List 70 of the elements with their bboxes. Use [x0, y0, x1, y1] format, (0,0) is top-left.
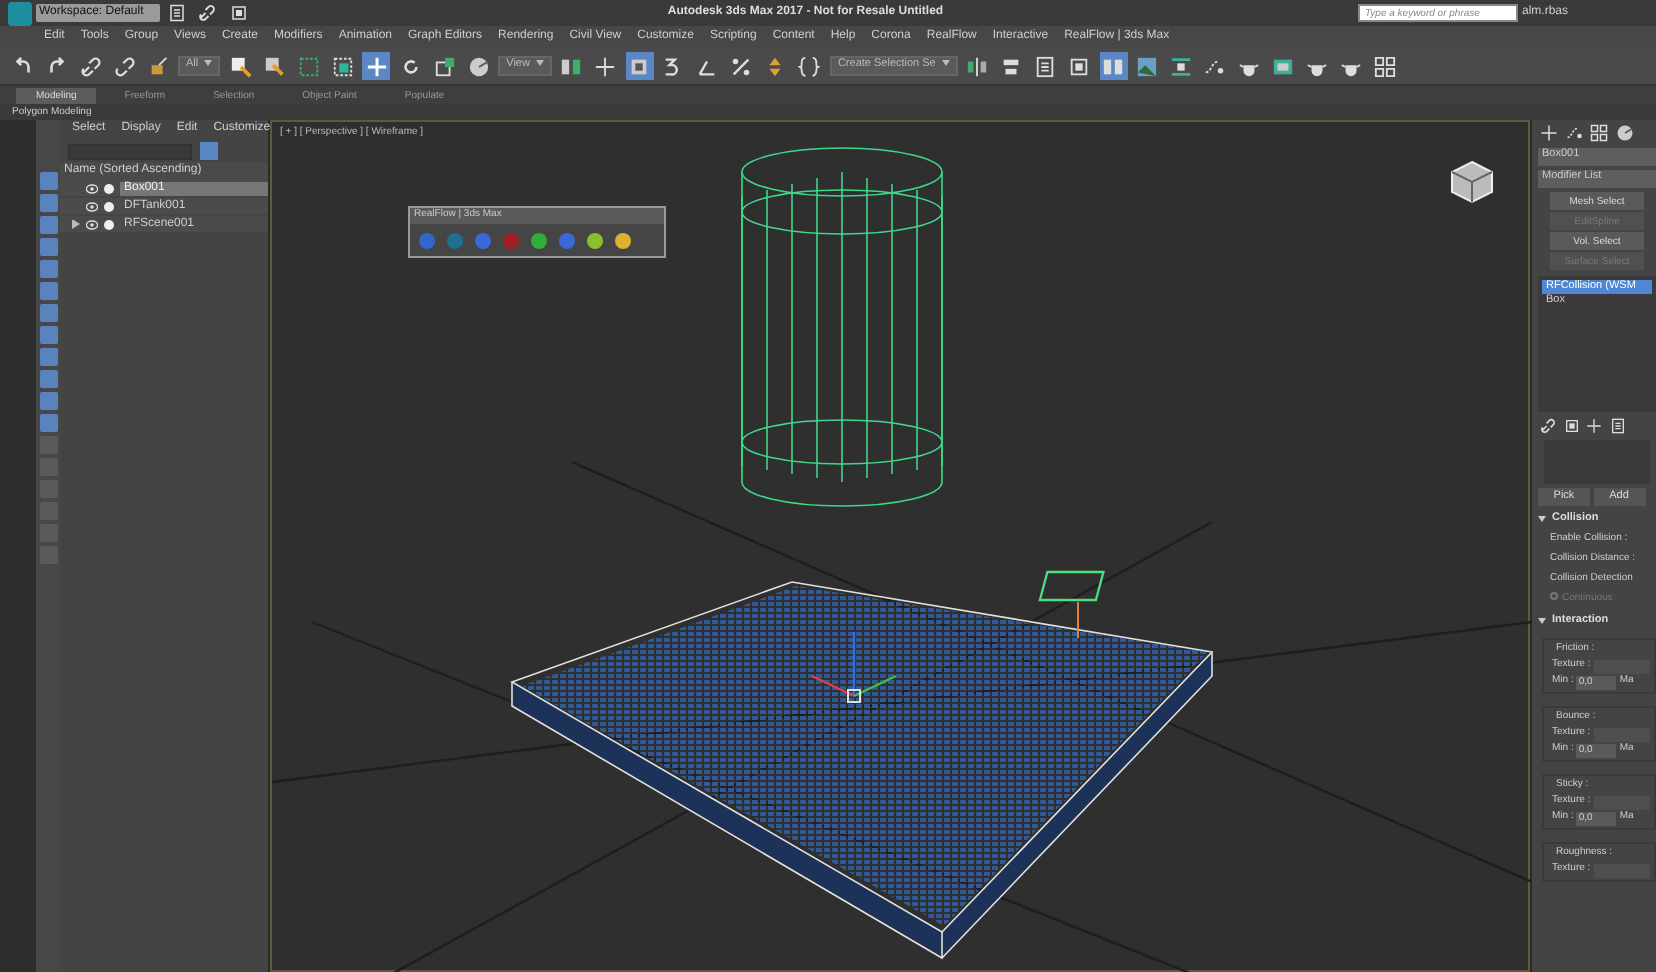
sphere-icon: [1615, 123, 1633, 141]
toolbar-button[interactable]: [464, 52, 493, 80]
broken-link-icon: [113, 55, 135, 77]
toolbar-button[interactable]: [1167, 52, 1196, 80]
select-by-name-icon: [263, 55, 286, 77]
list-sheet-icon: [1609, 418, 1625, 434]
toolbar-button[interactable]: [1099, 52, 1128, 80]
caret-icon: [535, 60, 544, 67]
list-sheet-icon: [167, 4, 185, 22]
panel-icon: [229, 4, 247, 22]
toolbar-button[interactable]: [1371, 52, 1400, 80]
grid-squares-icon: [1590, 123, 1608, 141]
toolbar-button[interactable]: [795, 52, 824, 80]
toolbar-button[interactable]: [328, 52, 357, 80]
pivot-icon: [560, 55, 583, 77]
bind-icon: [147, 55, 169, 77]
angle-snap-icon: [696, 55, 719, 77]
sphere-icon: [467, 55, 490, 77]
chain-link-icon: [79, 55, 101, 77]
toolbar-button[interactable]: [110, 52, 138, 80]
eye-icon[interactable]: [86, 183, 98, 193]
collapse-arrow-icon[interactable]: [1538, 516, 1546, 522]
render-dot-icon[interactable]: [104, 219, 114, 229]
move-cross-icon: [365, 55, 388, 77]
panel-icon: [1068, 55, 1091, 77]
window-crossing-icon: [331, 55, 354, 77]
panel-icon: [1563, 418, 1579, 434]
caret-icon: [204, 60, 213, 67]
collapse-arrow-icon[interactable]: [1538, 618, 1546, 624]
toolbar-button[interactable]: [963, 52, 992, 80]
eye-icon[interactable]: [86, 219, 98, 229]
quick-access-button[interactable]: [193, 0, 221, 27]
braces-icon: [798, 55, 821, 77]
toolbar-button[interactable]: [625, 52, 654, 80]
list-sheet-icon: [1034, 55, 1057, 77]
redo-arrow-icon: [45, 55, 67, 77]
toolbar-button[interactable]: [76, 52, 104, 80]
curve-icon: [1565, 123, 1583, 141]
chain-link-icon: [1540, 418, 1556, 434]
two-panes-icon: [1102, 55, 1125, 77]
collision-helper-icon[interactable]: [1038, 570, 1105, 639]
percent-snap-icon: [730, 55, 753, 77]
align-bars-icon: [1000, 55, 1023, 77]
view-cube-icon[interactable]: [1451, 160, 1493, 204]
picture-icon: [1272, 55, 1295, 77]
caret-icon: [941, 60, 950, 67]
select-cursor-icon: [229, 55, 252, 77]
image-icon: [1136, 55, 1159, 77]
framed-square-icon: [628, 55, 651, 77]
mirror-icon: [966, 55, 989, 77]
thin-cross-icon: [1586, 418, 1602, 434]
undo-arrow-icon: [11, 55, 33, 77]
render-dot-icon[interactable]: [104, 201, 114, 211]
dashed-region-icon: [297, 55, 320, 77]
toolbar-button[interactable]: [362, 52, 391, 80]
toolbar-button[interactable]: [260, 52, 289, 80]
bar-window-icon: [1170, 55, 1193, 77]
render-dot-icon[interactable]: [104, 183, 114, 193]
grid-squares-icon: [1374, 55, 1397, 77]
eye-icon[interactable]: [86, 201, 98, 211]
toolbar-button[interactable]: [226, 52, 255, 80]
toolbar-button[interactable]: [430, 52, 459, 80]
toolbar-button[interactable]: [591, 52, 620, 80]
chain-link-icon: [198, 4, 216, 22]
transform-gizmo-icon[interactable]: [811, 632, 897, 703]
thin-cross-icon: [1540, 123, 1558, 141]
app-logo-icon[interactable]: [8, 1, 32, 25]
thin-cross-icon: [594, 55, 617, 77]
curve-icon: [1204, 55, 1227, 77]
scale-square-icon: [433, 55, 456, 77]
